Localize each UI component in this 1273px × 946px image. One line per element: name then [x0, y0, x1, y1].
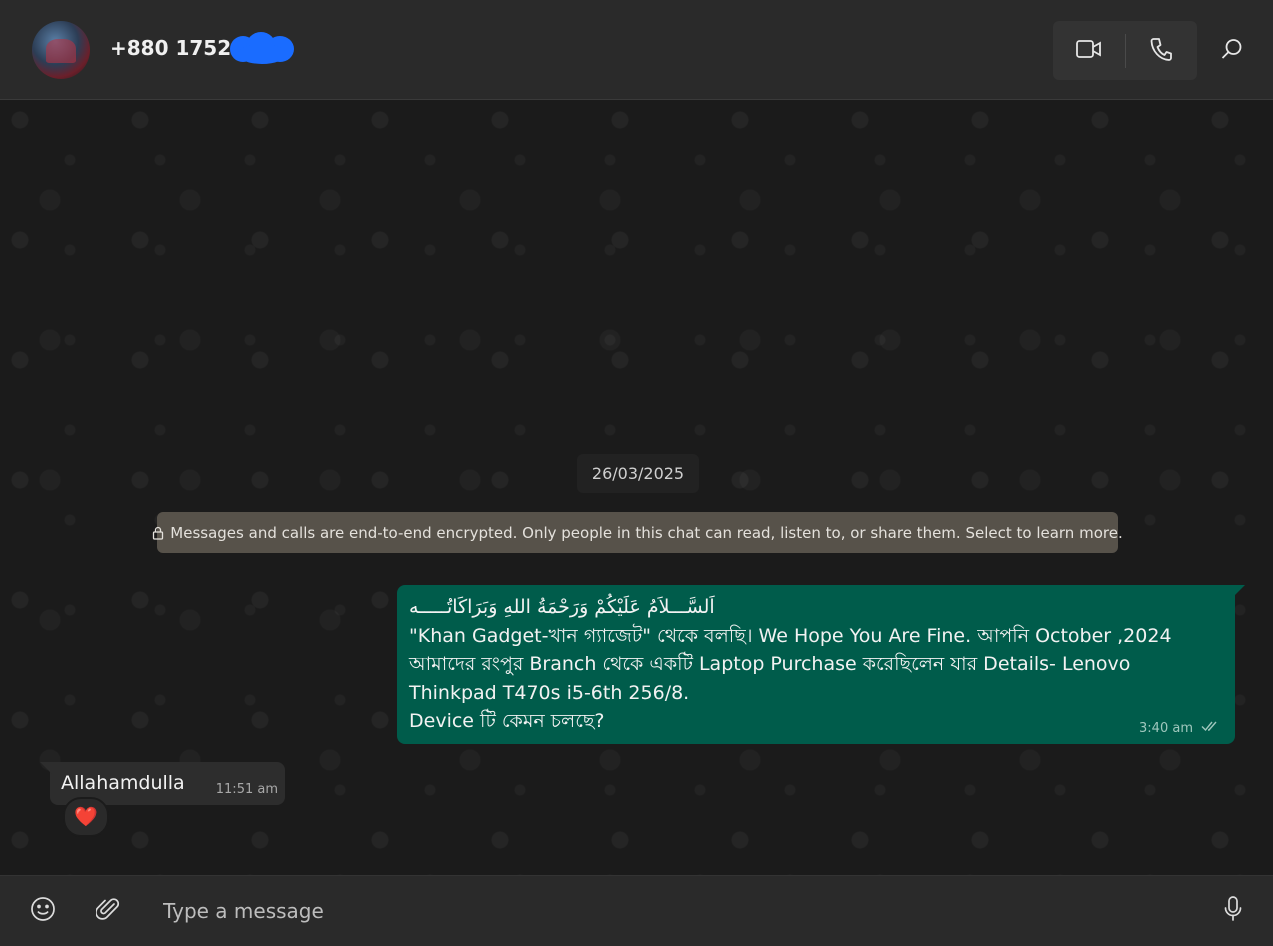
bubble-tail — [1233, 585, 1245, 597]
heart-reaction[interactable]: ❤️ — [63, 797, 109, 837]
phone-icon — [1150, 37, 1173, 65]
mic-button[interactable] — [1217, 895, 1249, 927]
message-input[interactable] — [150, 890, 1190, 932]
message-text: Allahamdulla — [61, 772, 185, 794]
voice-call-button[interactable] — [1126, 21, 1198, 80]
call-button-group — [1053, 21, 1197, 80]
message-line: "Khan Gadget-খান গ্যাজেট" থেকে বলছি। We … — [409, 624, 1172, 647]
encryption-notice-text: Messages and calls are end-to-end encryp… — [170, 523, 1123, 542]
chat-header: +880 1752-8 — [0, 0, 1273, 100]
lock-icon — [152, 526, 164, 540]
encryption-notice[interactable]: Messages and calls are end-to-end encryp… — [153, 512, 1123, 553]
avatar[interactable] — [32, 21, 90, 79]
emoji-icon — [30, 896, 56, 926]
outgoing-message[interactable]: اَلسَّـــلاَمُ عَلَيْكُمْ وَرَحْمَةُ الل… — [397, 585, 1245, 744]
message-meta: 3:40 am — [1139, 720, 1219, 736]
emoji-button[interactable] — [27, 895, 59, 927]
double-check-icon — [1201, 720, 1219, 736]
chat-window: +880 1752-8 26/03/2025 Messages and call… — [0, 0, 1273, 946]
attach-button[interactable] — [92, 895, 124, 927]
magnifier-icon — [1221, 38, 1243, 64]
message-line: আমাদের রংপুর Branch থেকে একটি Laptop Pur… — [409, 653, 1131, 675]
message-time: 11:51 am — [215, 782, 278, 797]
message-list[interactable]: 26/03/2025 Messages and calls are end-to… — [0, 100, 1273, 875]
message-line: اَلسَّـــلاَمُ عَلَيْكُمْ وَرَحْمَةُ الل… — [409, 596, 715, 618]
message-composer — [0, 875, 1273, 946]
microphone-icon — [1223, 895, 1243, 927]
message-line: Device টি কেমন চলছে? — [409, 710, 605, 732]
bubble-tail — [40, 762, 52, 774]
redaction-scribble — [230, 30, 294, 64]
message-time: 3:40 am — [1139, 720, 1193, 736]
video-call-button[interactable] — [1053, 21, 1125, 80]
paperclip-icon — [95, 896, 120, 926]
date-chip: 26/03/2025 — [577, 454, 699, 493]
message-line: Thinkpad T470s i5-6th 256/8. — [409, 681, 690, 704]
video-camera-icon — [1075, 39, 1102, 63]
search-button[interactable] — [1212, 33, 1252, 69]
